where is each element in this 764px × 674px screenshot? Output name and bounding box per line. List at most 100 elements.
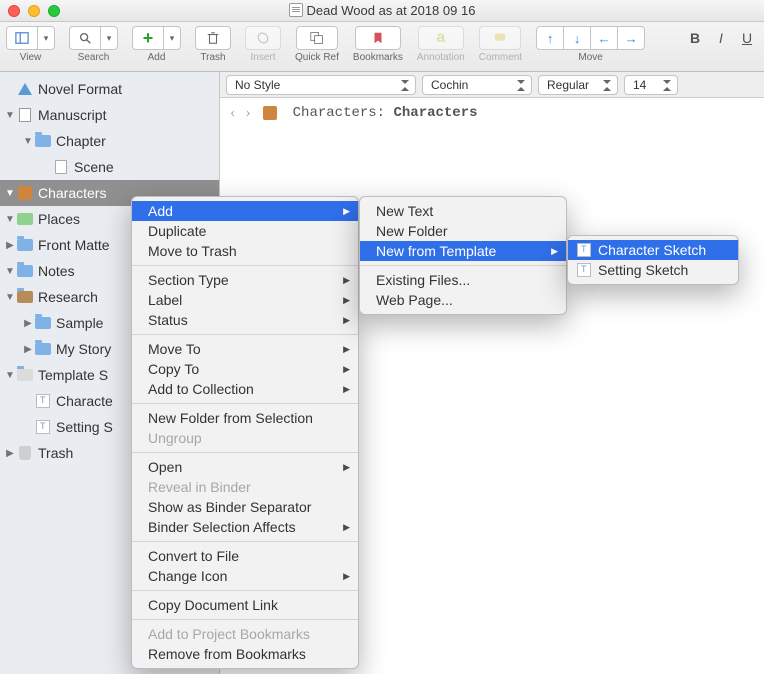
add-dropdown-button[interactable]: ▾ [163, 26, 181, 50]
bookmarks-button[interactable] [355, 26, 401, 50]
folder-icon [17, 239, 33, 251]
minimize-window-button[interactable] [28, 5, 40, 17]
binder-item-chapter[interactable]: ▼Chapter [0, 128, 219, 154]
add-label: Add [148, 52, 166, 63]
toolbar: ▾ View ▾ Search + ▾ Add Trash Insert Qui… [0, 22, 764, 72]
menu-item-duplicate[interactable]: Duplicate [132, 221, 358, 241]
characters-icon [263, 106, 277, 120]
trash-button[interactable] [195, 26, 231, 50]
menu-item-add-to-collection[interactable]: Add to Collection [132, 379, 358, 399]
menu-item-setting-sketch[interactable]: Setting Sketch [568, 260, 738, 280]
binder-item-manuscript[interactable]: ▼Manuscript [0, 102, 219, 128]
document-icon [55, 160, 67, 174]
move-up-button[interactable]: ↑ [536, 26, 564, 50]
move-label: Move [578, 52, 602, 63]
menu-item-move-to-trash[interactable]: Move to Trash [132, 241, 358, 261]
menu-item-copy-to[interactable]: Copy To [132, 359, 358, 379]
format-toggles: B I U [684, 26, 758, 63]
menu-item-new-folder[interactable]: New Folder [360, 221, 566, 241]
context-menu[interactable]: Add Duplicate Move to Trash Section Type… [131, 196, 359, 669]
menu-item-remove-bookmarks[interactable]: Remove from Bookmarks [132, 644, 358, 664]
menu-item-status[interactable]: Status [132, 310, 358, 330]
add-button[interactable]: + [132, 26, 164, 50]
quickref-button[interactable] [296, 26, 338, 50]
menu-item-convert[interactable]: Convert to File [132, 546, 358, 566]
search-dropdown-button[interactable]: ▾ [100, 26, 118, 50]
menu-item-label[interactable]: Label [132, 290, 358, 310]
move-down-button[interactable]: ↓ [563, 26, 591, 50]
document-icon [289, 3, 303, 17]
menu-item-move-to[interactable]: Move To [132, 339, 358, 359]
nav-back-button[interactable]: ‹ [230, 104, 235, 122]
folder-icon [35, 135, 51, 147]
menu-item-new-text[interactable]: New Text [360, 201, 566, 221]
menu-item-character-sketch[interactable]: Character Sketch [568, 240, 738, 260]
annotation-label: Annotation [417, 52, 465, 63]
places-icon [17, 213, 33, 225]
binder-item-scene[interactable]: Scene [0, 154, 219, 180]
move-left-button[interactable]: ← [590, 26, 618, 50]
menu-separator [132, 265, 358, 266]
templates-folder-icon [17, 369, 33, 381]
menu-separator [132, 619, 358, 620]
font-select[interactable]: Cochin [422, 75, 532, 95]
close-window-button[interactable] [8, 5, 20, 17]
submenu-add[interactable]: New Text New Folder New from Template Ex… [359, 196, 567, 315]
menu-item-change-icon[interactable]: Change Icon [132, 566, 358, 586]
view-label: View [20, 52, 42, 63]
menu-separator [132, 452, 358, 453]
font-weight-select[interactable]: Regular [538, 75, 618, 95]
menu-separator [132, 334, 358, 335]
characters-icon [18, 186, 32, 200]
italic-button[interactable]: I [710, 28, 732, 48]
menu-separator [132, 403, 358, 404]
underline-button[interactable]: U [736, 28, 758, 48]
menu-item-new-from-template[interactable]: New from Template [360, 241, 566, 261]
view-mode-button[interactable] [6, 26, 38, 50]
menu-separator [132, 590, 358, 591]
insert-label: Insert [250, 52, 275, 63]
annotation-group: a Annotation [417, 26, 465, 63]
menu-item-copy-link[interactable]: Copy Document Link [132, 595, 358, 615]
manuscript-icon [19, 108, 31, 122]
info-icon [18, 83, 32, 95]
view-dropdown-button[interactable]: ▾ [37, 26, 55, 50]
quickref-group: Quick Ref [295, 26, 339, 63]
folder-icon [35, 317, 51, 329]
search-button[interactable] [69, 26, 101, 50]
menu-item-add[interactable]: Add [132, 201, 358, 221]
bold-button[interactable]: B [684, 28, 706, 48]
template-icon [577, 243, 591, 257]
menu-item-ungroup: Ungroup [132, 428, 358, 448]
trash-label: Trash [200, 52, 225, 63]
menu-item-section-type[interactable]: Section Type [132, 270, 358, 290]
move-right-button[interactable]: → [617, 26, 645, 50]
window-titlebar: Dead Wood as at 2018 09 16 [0, 0, 764, 22]
bookmarks-label: Bookmarks [353, 52, 403, 63]
binder-item-novel-format[interactable]: Novel Format [0, 76, 219, 102]
menu-item-binder-selection-affects[interactable]: Binder Selection Affects [132, 517, 358, 537]
breadcrumb: ‹ › Characters: Characters [220, 98, 764, 128]
style-select[interactable]: No Style [226, 75, 416, 95]
menu-item-binder-separator[interactable]: Show as Binder Separator [132, 497, 358, 517]
comment-label: Comment [479, 52, 522, 63]
annotation-button[interactable]: a [418, 26, 464, 50]
font-size-select[interactable]: 14 [624, 75, 678, 95]
submenu-template[interactable]: Character Sketch Setting Sketch [567, 235, 739, 285]
quickref-label: Quick Ref [295, 52, 339, 63]
menu-item-web-page[interactable]: Web Page... [360, 290, 566, 310]
menu-item-open[interactable]: Open [132, 457, 358, 477]
bookmarks-group: Bookmarks [353, 26, 403, 63]
menu-item-add-bookmarks: Add to Project Bookmarks [132, 624, 358, 644]
menu-item-existing-files[interactable]: Existing Files... [360, 270, 566, 290]
search-group: ▾ Search [69, 26, 118, 63]
insert-button[interactable] [245, 26, 281, 50]
window-title: Dead Wood as at 2018 09 16 [0, 3, 764, 18]
nav-forward-button[interactable]: › [245, 104, 250, 122]
menu-separator [360, 265, 566, 266]
zoom-window-button[interactable] [48, 5, 60, 17]
format-bar: No Style Cochin Regular 14 [220, 72, 764, 98]
menu-item-new-folder-selection[interactable]: New Folder from Selection [132, 408, 358, 428]
add-group: + ▾ Add [132, 26, 181, 63]
comment-button[interactable] [479, 26, 521, 50]
